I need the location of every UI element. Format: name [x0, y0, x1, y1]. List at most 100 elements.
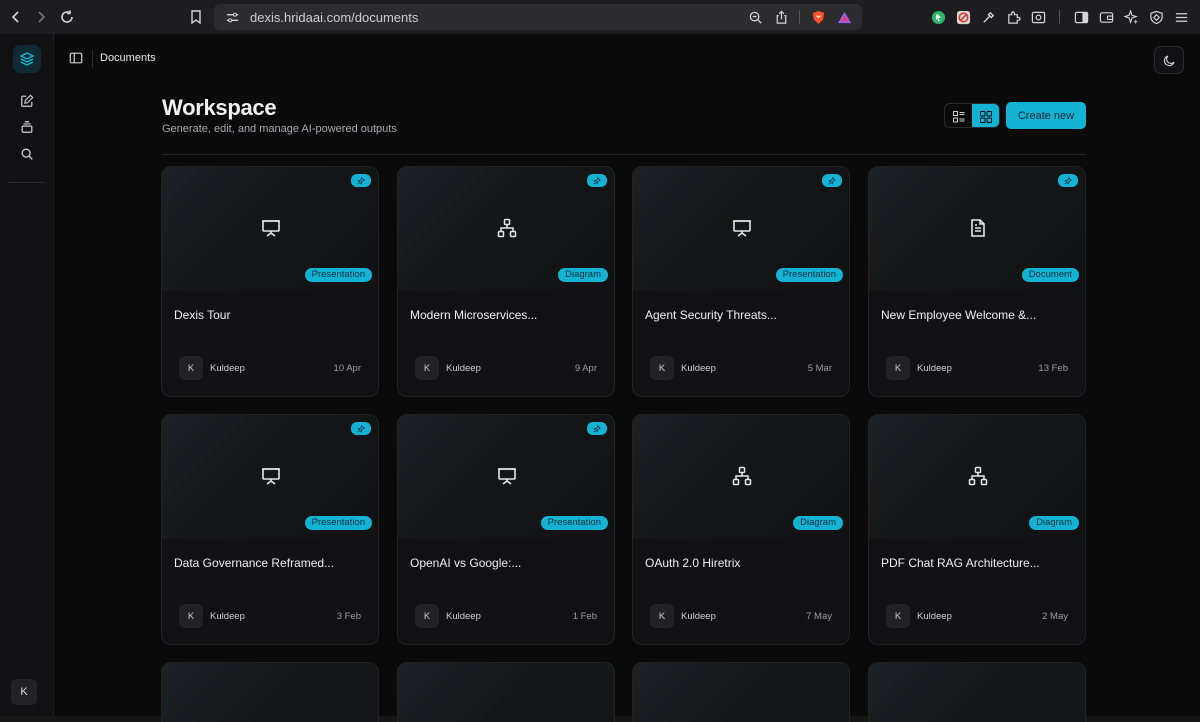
- card-thumbnail[interactable]: Document: [869, 167, 1085, 291]
- icon-rail: K: [0, 34, 54, 716]
- document-card[interactable]: Presentation OpenAI vs Google:... K Kuldeep…: [397, 414, 615, 645]
- search-icon[interactable]: [17, 144, 37, 164]
- document-card-partial[interactable]: [161, 662, 379, 722]
- type-badge: Presentation: [304, 268, 372, 282]
- card-thumbnail[interactable]: Presentation: [398, 415, 614, 539]
- brave-shield-icon[interactable]: [810, 9, 826, 25]
- author-avatar: K: [650, 356, 674, 380]
- diagram-icon: [968, 466, 988, 486]
- author-name: Kuldeep: [210, 363, 245, 374]
- document-card-partial[interactable]: [632, 662, 850, 722]
- sidebar-toggle-icon[interactable]: [69, 51, 85, 67]
- eyedropper-icon[interactable]: [980, 9, 996, 25]
- card-date: 9 Apr: [574, 363, 597, 374]
- url-text[interactable]: dexis.hridaai.com/documents: [250, 10, 418, 25]
- moon-icon: [1163, 54, 1175, 66]
- vpn-shield-icon[interactable]: [1148, 9, 1164, 25]
- card-title[interactable]: Dexis Tour: [174, 308, 230, 322]
- document-card[interactable]: Presentation Data Governance Reframed... K…: [161, 414, 379, 645]
- card-thumbnail[interactable]: Diagram: [633, 415, 849, 539]
- browser-toolbar: dexis.hridaai.com/documents: [0, 0, 1200, 34]
- card-date: 2 May: [1042, 611, 1068, 622]
- card-thumbnail[interactable]: Diagram: [869, 415, 1085, 539]
- leo-ai-icon[interactable]: [1123, 9, 1139, 25]
- brave-rewards-icon[interactable]: [836, 9, 852, 25]
- breadcrumb: Documents: [100, 52, 156, 64]
- card-thumbnail[interactable]: Presentation: [162, 167, 378, 291]
- pin-button[interactable]: [822, 174, 842, 187]
- share-icon[interactable]: [773, 9, 789, 25]
- extension-red-icon[interactable]: [955, 9, 971, 25]
- grid-view-icon: [979, 110, 992, 123]
- card-title[interactable]: Modern Microservices...: [410, 308, 537, 322]
- card-title[interactable]: New Employee Welcome &...: [881, 308, 1036, 322]
- document-icon: [968, 218, 988, 238]
- pin-button[interactable]: [1058, 174, 1078, 187]
- menu-icon[interactable]: [1173, 9, 1189, 25]
- view-toggle: [944, 103, 1000, 128]
- card-thumbnail[interactable]: Diagram: [398, 167, 614, 291]
- rail-divider: [9, 182, 45, 183]
- presentation-icon: [261, 466, 281, 486]
- card-date: 5 Mar: [807, 363, 832, 374]
- wallet-icon[interactable]: [1098, 9, 1114, 25]
- list-view-icon: [952, 110, 964, 122]
- presentation-icon: [497, 466, 517, 486]
- diagram-icon: [497, 218, 517, 238]
- card-title[interactable]: OAuth 2.0 Hiretrix: [645, 556, 740, 570]
- app-logo-icon[interactable]: [13, 45, 41, 73]
- pin-button[interactable]: [587, 422, 607, 435]
- pin-button[interactable]: [351, 174, 371, 187]
- document-card-partial[interactable]: [868, 662, 1086, 722]
- author-avatar: K: [179, 356, 203, 380]
- new-document-icon[interactable]: [17, 91, 37, 111]
- author-name: Kuldeep: [446, 363, 481, 374]
- page-subtitle: Generate, edit, and manage AI-powered ou…: [162, 123, 397, 135]
- document-card[interactable]: Diagram PDF Chat RAG Architecture... K Kuld…: [868, 414, 1086, 645]
- type-badge: Presentation: [775, 268, 843, 282]
- document-card[interactable]: Presentation Agent Security Threats... K Ku…: [632, 166, 850, 397]
- pin-icon: [357, 424, 365, 433]
- card-thumbnail[interactable]: Presentation: [633, 167, 849, 291]
- app-window: K Documents Workspace Generate, edit, an…: [0, 34, 1200, 722]
- zoom-icon[interactable]: [747, 9, 763, 25]
- document-card[interactable]: Document New Employee Welcome &... K Kuldee…: [868, 166, 1086, 397]
- address-bar[interactable]: dexis.hridaai.com/documents: [214, 4, 862, 30]
- forward-icon[interactable]: [29, 5, 53, 29]
- extensions-puzzle-icon[interactable]: [1005, 9, 1021, 25]
- grid-view-button[interactable]: [972, 104, 999, 127]
- pin-button[interactable]: [351, 422, 371, 435]
- card-title[interactable]: Data Governance Reframed...: [174, 556, 334, 570]
- list-view-button[interactable]: [945, 104, 972, 127]
- type-badge: Diagram: [558, 268, 608, 282]
- card-thumbnail[interactable]: Presentation: [162, 415, 378, 539]
- author-name: Kuldeep: [917, 363, 952, 374]
- bookmark-icon[interactable]: [184, 5, 208, 29]
- user-avatar[interactable]: K: [11, 679, 37, 705]
- author-name: Kuldeep: [917, 611, 952, 622]
- library-icon[interactable]: [17, 117, 37, 137]
- card-date: 3 Feb: [336, 611, 361, 622]
- card-title[interactable]: Agent Security Threats...: [645, 308, 777, 322]
- pin-icon: [828, 176, 836, 185]
- card-title[interactable]: OpenAI vs Google:...: [410, 556, 521, 570]
- card-title[interactable]: PDF Chat RAG Architecture...: [881, 556, 1040, 570]
- screenshot-icon[interactable]: [1030, 9, 1046, 25]
- theme-toggle-button[interactable]: [1154, 46, 1184, 74]
- create-new-button[interactable]: Create new: [1006, 102, 1086, 129]
- pin-button[interactable]: [587, 174, 607, 187]
- document-card-partial[interactable]: [397, 662, 615, 722]
- extension-green-icon[interactable]: [930, 9, 946, 25]
- site-settings-icon[interactable]: [224, 9, 240, 25]
- document-card[interactable]: Diagram OAuth 2.0 Hiretrix K Kuldeep 7 May: [632, 414, 850, 645]
- card-date: 10 Apr: [333, 363, 361, 374]
- reload-icon[interactable]: [55, 5, 79, 29]
- back-icon[interactable]: [4, 5, 28, 29]
- document-card[interactable]: Diagram Modern Microservices... K Kuldeep 9 …: [397, 166, 615, 397]
- type-badge: Presentation: [304, 516, 372, 530]
- sidebar-panel-icon[interactable]: [1073, 9, 1089, 25]
- author-avatar: K: [415, 604, 439, 628]
- breadcrumb-divider: [92, 50, 93, 68]
- toolbar-divider: [1059, 10, 1060, 24]
- document-card[interactable]: Presentation Dexis Tour K Kuldeep 10 Apr: [161, 166, 379, 397]
